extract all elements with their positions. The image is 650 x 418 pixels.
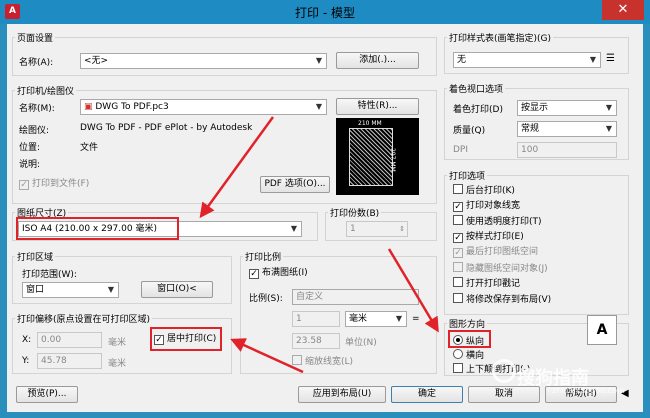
dialog-body: 页面设置 名称(A): <无> ▼ 添加(.)... 打印机/绘图仪 名称(M)… (7, 24, 643, 412)
watermark-logo-icon (492, 359, 516, 383)
dialog-title: 打印 - 模型 (295, 6, 355, 20)
arrow-to-center-plot (230, 338, 304, 374)
annotation-arrows (199, 116, 439, 374)
title-bar[interactable]: A 打印 - 模型 ✕ (0, 0, 650, 24)
close-button[interactable]: ✕ (602, 0, 644, 20)
print-dialog-window: A 打印 - 模型 ✕ 页面设置 名称(A): <无> ▼ 添加(.)... 打… (0, 0, 650, 418)
arrow-to-paper-size (199, 116, 275, 219)
arrow-to-orientation (387, 248, 439, 333)
watermark-subtext: zhinan.sogou.com (552, 386, 625, 395)
